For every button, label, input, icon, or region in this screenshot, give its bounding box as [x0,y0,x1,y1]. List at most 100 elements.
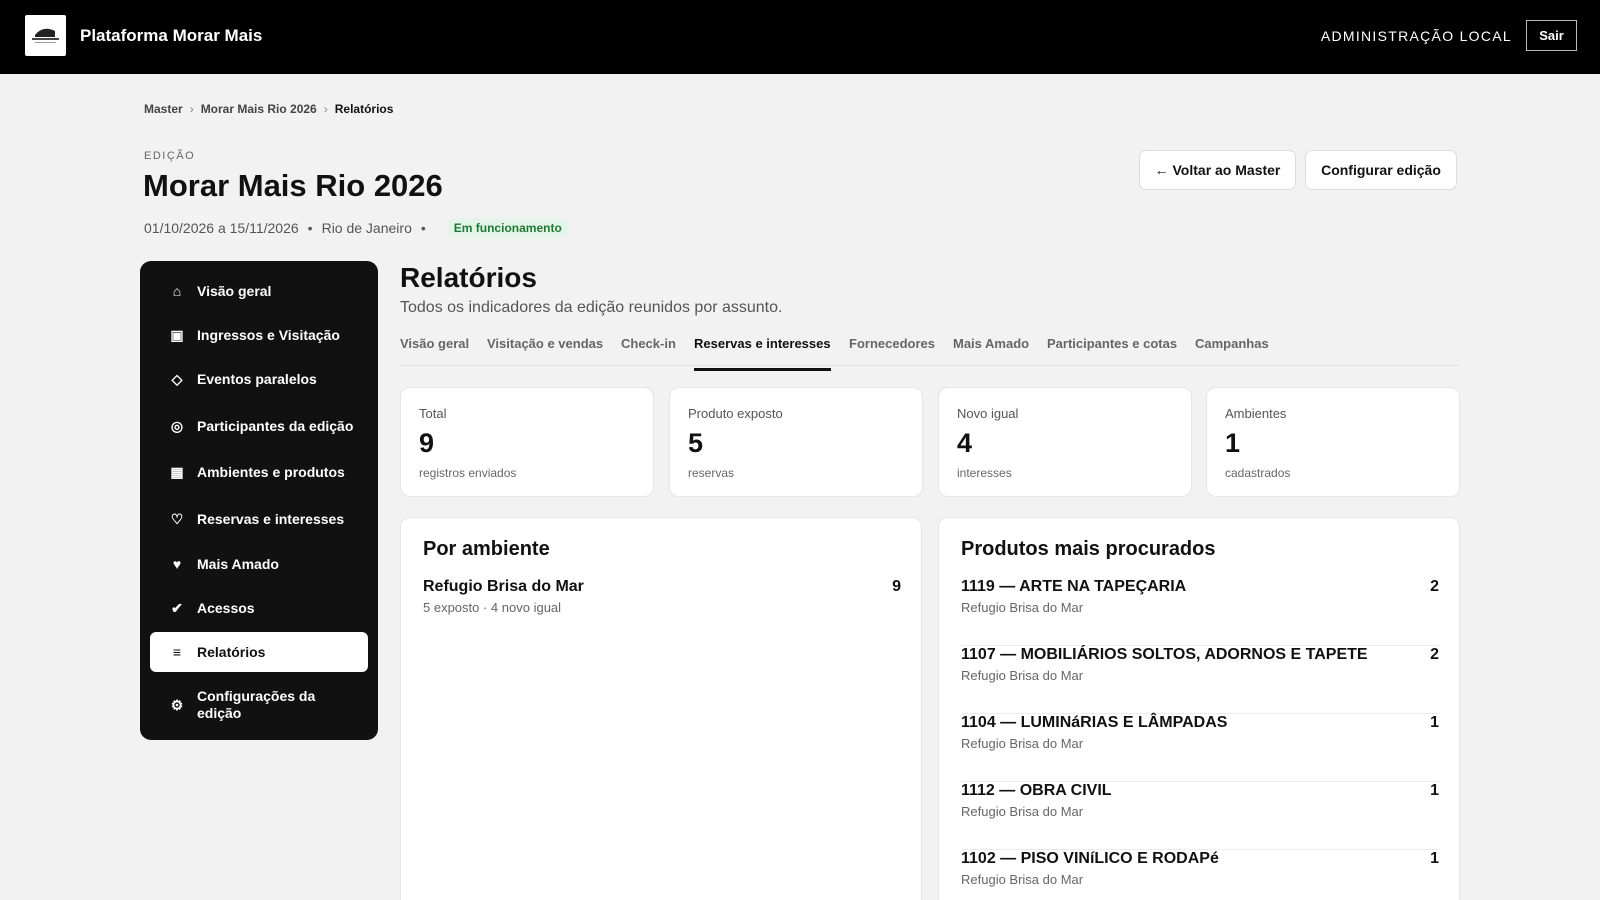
sidebar-item-access[interactable]: ✔ Acessos [150,588,368,628]
page-title: Morar Mais Rio 2026 [143,168,443,203]
product-count: 2 [1430,646,1439,663]
gear-icon: ⚙ [170,696,184,713]
breadcrumb: Master › Morar Mais Rio 2026 › Relatório… [144,102,393,116]
product-count: 1 [1430,714,1439,731]
list-item: 1102 — PISO VINíLICO E RODAPé Refugio Br… [961,850,1439,900]
stat-card-environments: Ambientes 1 cadastrados [1206,387,1460,497]
breadcrumb-edition[interactable]: Morar Mais Rio 2026 [201,102,317,116]
list-item: 1119 — ARTE NA TAPEÇARIA Refugio Brisa d… [961,578,1439,646]
breadcrumb-current: Relatórios [334,102,394,116]
sidebar-item-overview[interactable]: ⌂ Visão geral [150,271,368,311]
stat-caption: registros enviados [419,466,517,480]
edition-meta: 01/10/2026 a 15/11/2026 • Rio de Janeiro… [144,218,569,238]
product-environment: Refugio Brisa do Mar [961,872,1084,887]
product-environment: Refugio Brisa do Mar [961,736,1084,751]
stat-label: Produto exposto [688,406,783,421]
sidebar-item-tickets[interactable]: ▣ Ingressos e Visitação [150,315,368,355]
reports-subtitle: Todos os indicadores da edição reunidos … [400,299,783,316]
sidebar-item-label: Visão geral [197,282,272,299]
sidebar: ⌂ Visão geral ▣ Ingressos e Visitação ◇ … [140,261,378,740]
sidebar-item-label: Reservas e interesses [197,510,345,527]
sidebar-item-label: Relatórios [197,643,266,660]
chevron-right-icon: › [323,102,328,116]
panel-title: Por ambiente [423,538,550,560]
reports-title: Relatórios [400,262,537,293]
sidebar-item-label: Eventos paralelos [197,370,317,387]
sidebar-item-label: Participantes da edição [197,417,354,434]
product-environment: Refugio Brisa do Mar [961,600,1084,615]
tab-visitation-sales[interactable]: Visitação e vendas [487,336,603,366]
logout-button[interactable]: Sair [1526,20,1577,51]
list-item: 1107 — MOBILIÁRIOS SOLTOS, ADORNOS E TAP… [961,646,1439,714]
sidebar-item-settings[interactable]: ⚙ Configurações da edição [150,682,368,728]
stat-caption: cadastrados [1225,466,1291,480]
brand-logo[interactable] [25,15,66,56]
sidebar-item-label: Acessos [197,599,255,616]
sidebar-item-label: Mais Amado [197,555,279,572]
product-name: 1119 — ARTE NA TAPEÇARIA [961,578,1187,595]
list-icon: ≡ [172,644,182,660]
sidebar-item-participants[interactable]: ◎ Participantes da edição [150,406,368,446]
back-to-master-button[interactable]: ← Voltar ao Master [1139,150,1296,190]
top-bar: Plataforma Morar Mais ADMINISTRAÇÃO LOCA… [0,0,1600,74]
sidebar-item-reports[interactable]: ≡ Relatórios [150,632,368,672]
home-icon: ⌂ [172,283,182,299]
environment-breakdown: 5 exposto · 4 novo igual [423,600,562,615]
sidebar-item-reservations[interactable]: ♡ Reservas e interesses [150,499,368,539]
product-environment: Refugio Brisa do Mar [961,804,1084,819]
grid-icon: ▦ [170,463,184,480]
stat-label: Ambientes [1225,406,1287,421]
edition-city: Rio de Janeiro [321,220,412,236]
tab-check-in[interactable]: Check-in [621,336,676,366]
stat-card-total: Total 9 registros enviados [400,387,654,497]
product-count: 2 [1430,578,1439,595]
list-item: 1104 — LUMINáRIAS E LÂMPADAS Refugio Bri… [961,714,1439,782]
status-badge: Em funcionamento [446,218,569,238]
product-name: 1107 — MOBILIÁRIOS SOLTOS, ADORNOS E TAP… [961,646,1368,663]
sidebar-item-environments[interactable]: ▦ Ambientes e produtos [150,452,368,492]
tab-most-loved[interactable]: Mais Amado [953,336,1029,366]
list-item: 1112 — OBRA CIVIL Refugio Brisa do Mar 1 [961,782,1439,850]
product-name: 1112 — OBRA CIVIL [961,782,1112,799]
product-name: 1104 — LUMINáRIAS E LÂMPADAS [961,714,1228,731]
tab-participants-quotas[interactable]: Participantes e cotas [1047,336,1177,366]
top-products-panel: Produtos mais procurados 1119 — ARTE NA … [938,517,1460,900]
product-count: 1 [1430,782,1439,799]
tab-campaigns[interactable]: Campanhas [1195,336,1269,366]
stat-value: 4 [957,428,973,458]
edition-eyebrow: EDIÇÃO [144,150,196,162]
stat-label: Total [419,406,447,421]
heart-icon: ♥ [172,556,182,572]
heart-outline-icon: ♡ [170,510,184,527]
ticket-icon: ▣ [170,326,184,343]
stat-card-exposed-product: Produto exposto 5 reservas [669,387,923,497]
diamond-icon: ◇ [171,370,183,387]
list-item: Refugio Brisa do Mar 5 exposto · 4 novo … [423,578,901,646]
edition-dates: 01/10/2026 a 15/11/2026 [144,220,299,236]
tab-suppliers[interactable]: Fornecedores [849,336,935,366]
tab-overview[interactable]: Visão geral [400,336,469,366]
stat-value: 5 [688,428,704,458]
stat-label: Novo igual [957,406,1019,421]
report-tabs: Visão geral Visitação e vendas Check-in … [400,330,1460,371]
circle-icon: ◎ [170,417,184,434]
product-environment: Refugio Brisa do Mar [961,668,1084,683]
check-icon: ✔ [171,599,183,616]
sidebar-item-events[interactable]: ◇ Eventos paralelos [150,359,368,399]
by-environment-panel: Por ambiente Refugio Brisa do Mar 5 expo… [400,517,922,900]
admin-role-label: ADMINISTRAÇÃO LOCAL [1320,28,1512,44]
product-count: 1 [1430,850,1439,867]
breadcrumb-master[interactable]: Master [144,102,183,116]
environment-count: 9 [892,578,901,595]
stat-card-new-same: Novo igual 4 interesses [938,387,1192,497]
house-logo-icon [32,28,59,43]
sidebar-item-most-loved[interactable]: ♥ Mais Amado [150,544,368,584]
product-name: 1102 — PISO VINíLICO E RODAPé [961,850,1219,867]
stat-caption: reservas [688,466,735,480]
sidebar-item-label: Configurações da edição [197,688,316,721]
app-title: Plataforma Morar Mais [80,26,263,45]
tab-reservations[interactable]: Reservas e interesses [694,336,831,371]
sidebar-item-label: Ingressos e Visitação [197,326,340,343]
configure-edition-button[interactable]: Configurar edição [1305,150,1457,190]
stat-value: 9 [419,428,435,458]
